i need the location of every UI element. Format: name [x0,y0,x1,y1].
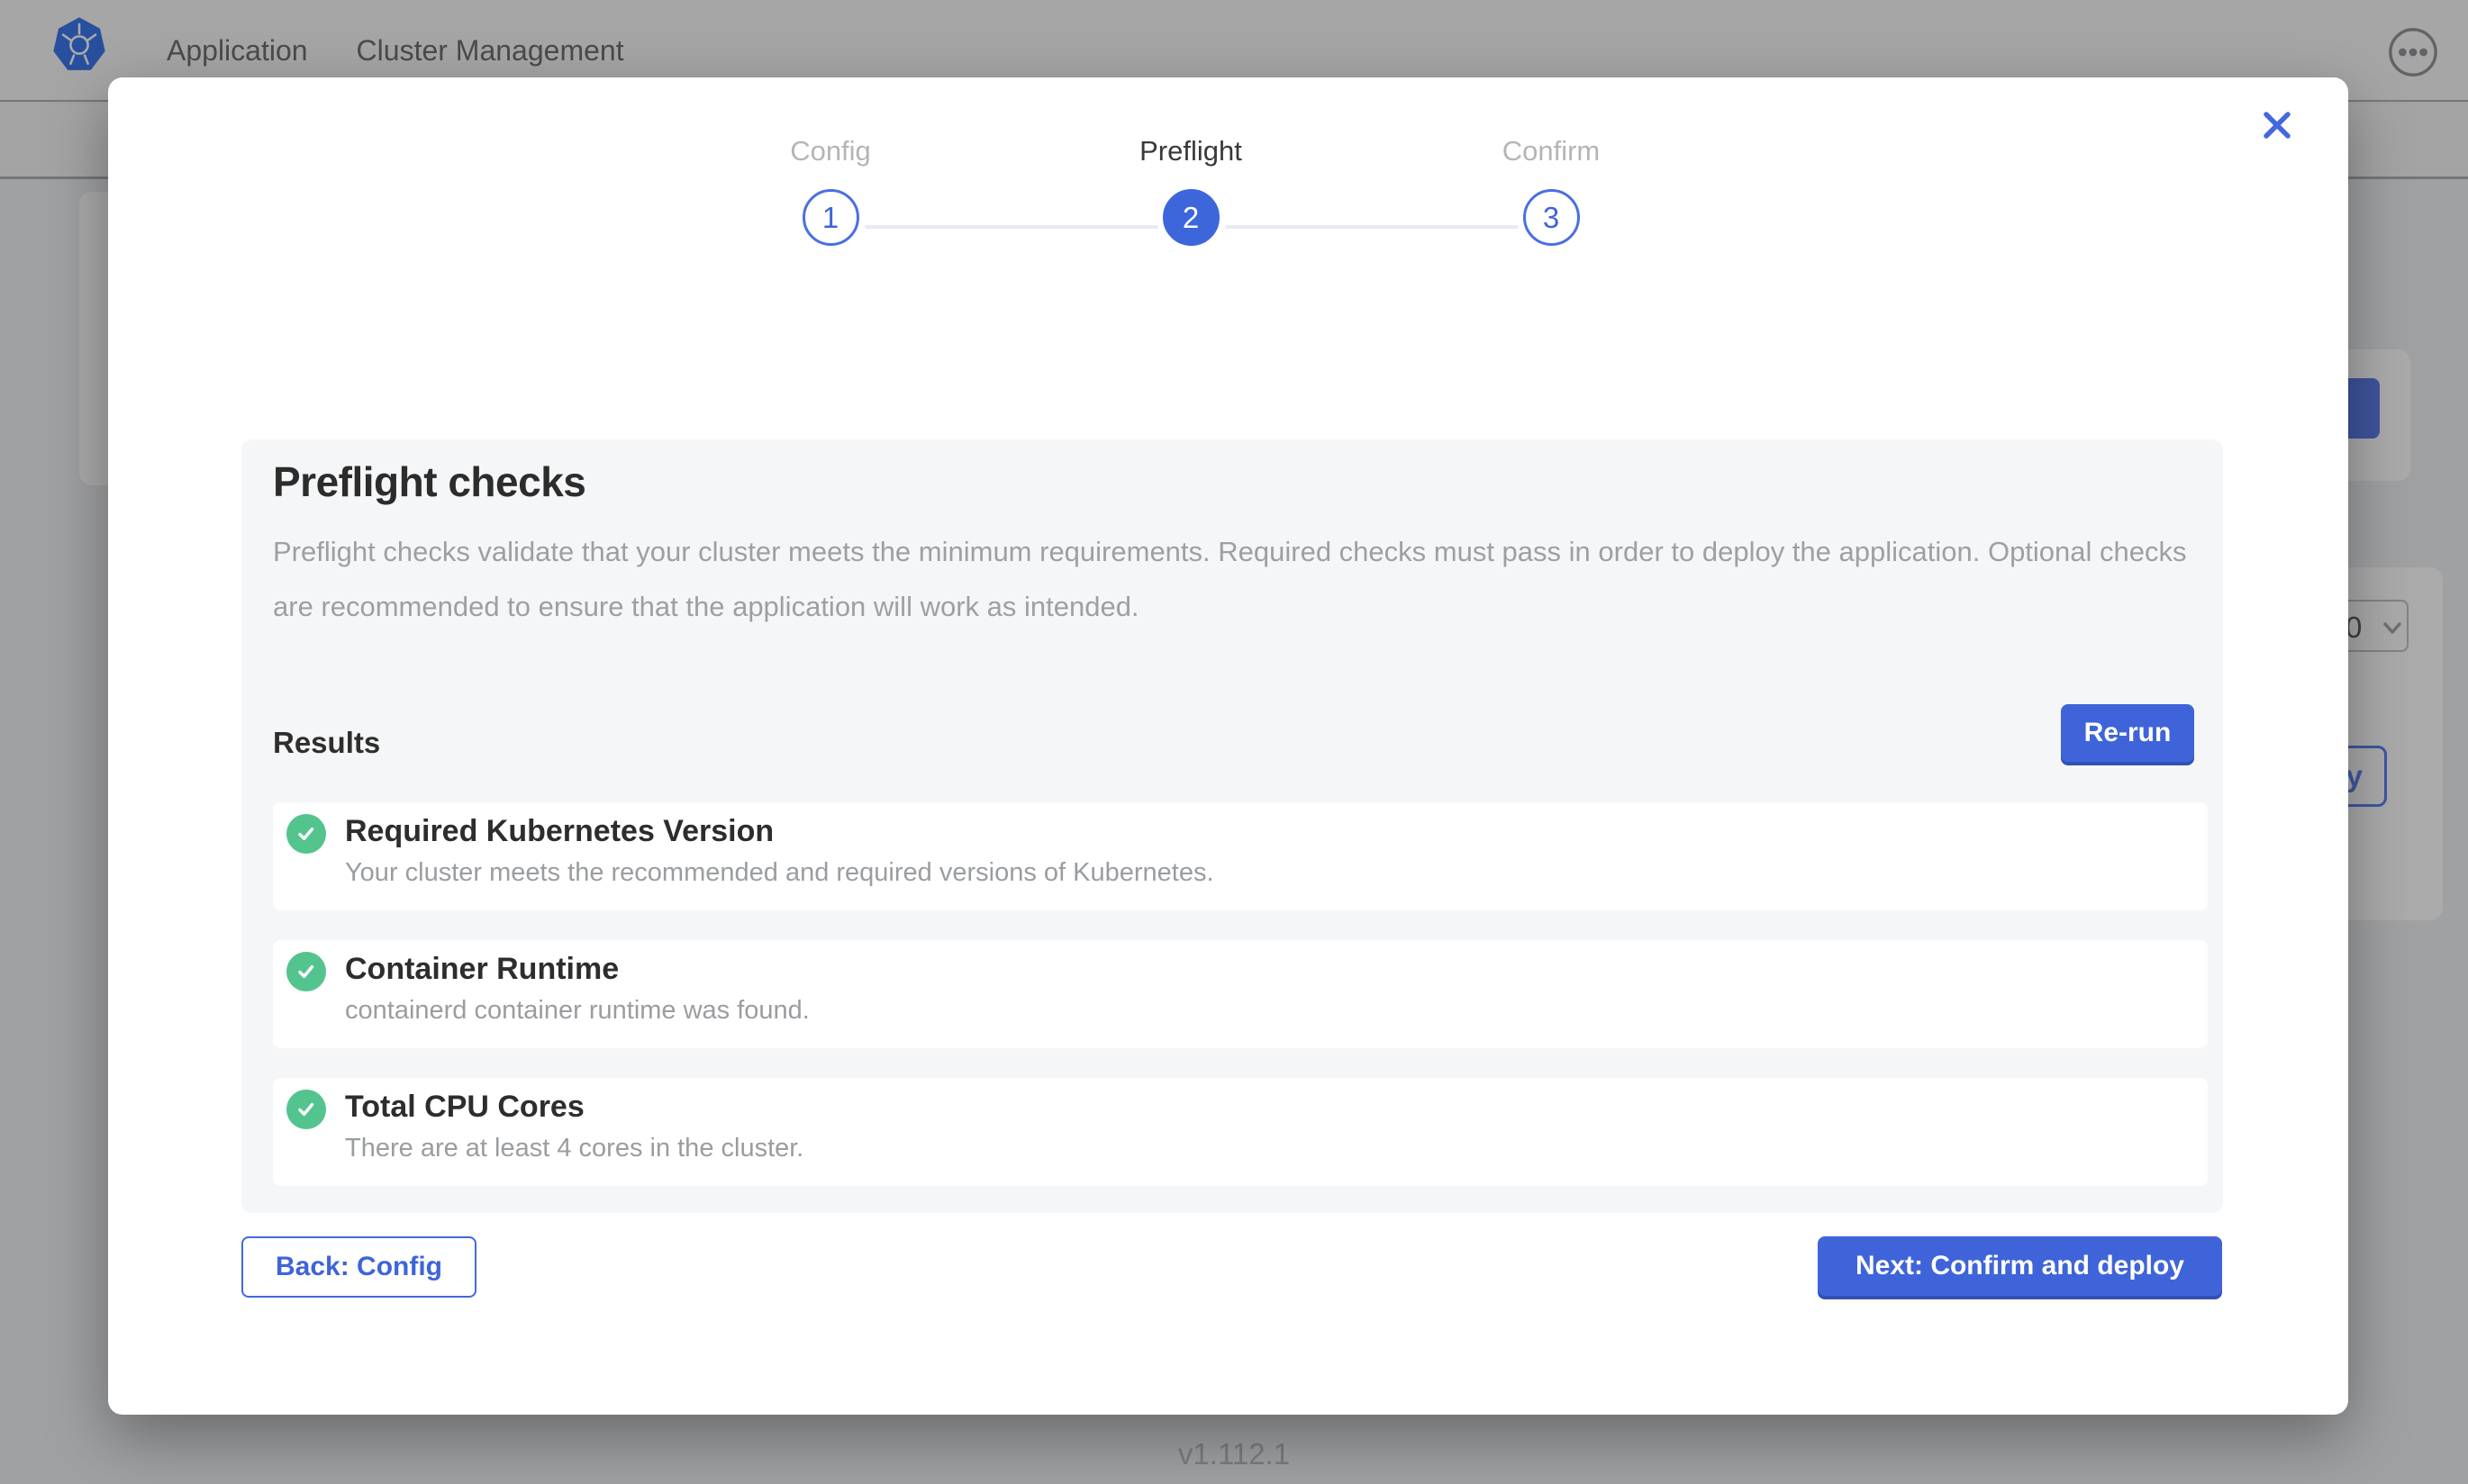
check-title: Required Kubernetes Version [345,814,774,849]
check-pass-icon [286,1090,326,1129]
preflight-description: Preflight checks validate that your clus… [273,524,2191,634]
stepper-step-preflight[interactable]: Preflight 2 [1056,135,1326,246]
check-title: Container Runtime [345,952,619,987]
step-label: Confirm [1416,135,1686,167]
check-description: There are at least 4 cores in the cluste… [345,1134,803,1163]
results-heading: Results [273,726,380,760]
check-pass-icon [286,952,326,991]
preflight-modal: Config 1 Preflight 2 Confirm 3 Preflight… [108,77,2348,1415]
back-config-button[interactable]: Back: Config [241,1236,476,1298]
step-label: Preflight [1056,135,1326,167]
page-title: Preflight checks [273,457,585,506]
step-number-badge: 3 [1523,189,1580,246]
close-icon[interactable] [2256,104,2298,146]
check-title: Total CPU Cores [345,1090,585,1125]
check-result-row: Total CPU Cores There are at least 4 cor… [273,1078,2208,1186]
rerun-button[interactable]: Re-run [2061,704,2194,762]
step-number-badge: 2 [1163,189,1220,246]
step-number-badge: 1 [803,189,859,246]
next-confirm-deploy-button[interactable]: Next: Confirm and deploy [1818,1236,2222,1296]
step-label: Config [695,135,966,167]
check-description: Your cluster meets the recommended and r… [345,858,1214,888]
check-pass-icon [286,814,326,854]
check-result-row: Required Kubernetes Version Your cluster… [273,802,2208,910]
stepper-step-confirm[interactable]: Confirm 3 [1416,135,1686,246]
check-result-row: Container Runtime containerd container r… [273,940,2208,1048]
preflight-panel: Preflight checks Preflight checks valida… [241,439,2223,1213]
check-description: containerd container runtime was found. [345,996,810,1026]
stepper-step-config[interactable]: Config 1 [695,135,966,246]
